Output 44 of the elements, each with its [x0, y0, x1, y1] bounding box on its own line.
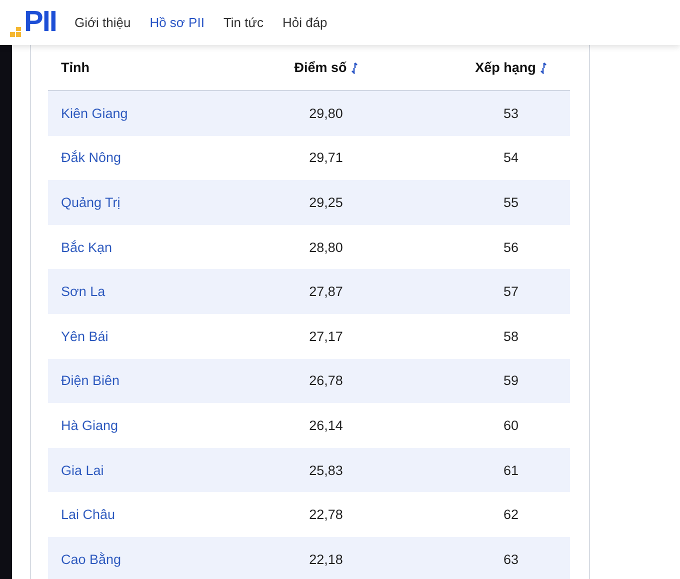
- column-header: Điểm số: [294, 60, 347, 75]
- rank-cell: 56: [503, 240, 519, 255]
- province-link[interactable]: Quảng Trị: [48, 194, 200, 210]
- logo[interactable]: PII: [24, 8, 56, 37]
- rank-cell: 57: [503, 284, 519, 300]
- rank-cell: 60: [503, 418, 519, 433]
- score-cell: 28,80: [309, 240, 343, 255]
- rank-cell: 54: [503, 150, 519, 166]
- sort-icon[interactable]: [540, 62, 547, 74]
- score-cell: 25,83: [309, 462, 343, 478]
- province-link[interactable]: Đắk Nông: [48, 150, 200, 166]
- rank-cell: 62: [503, 507, 519, 522]
- rank-cell: 55: [503, 194, 519, 210]
- nav-link[interactable]: Giới thiệu: [74, 15, 131, 30]
- province-link[interactable]: Điện Biên: [48, 373, 200, 388]
- sort-icon[interactable]: [350, 62, 358, 74]
- score-cell: 29,25: [309, 194, 343, 210]
- score-cell: 29,80: [309, 106, 343, 121]
- column-header: Tỉnh: [61, 60, 90, 75]
- nav-link[interactable]: Tin tức: [223, 15, 264, 30]
- province-link[interactable]: Hà Giang: [48, 418, 200, 433]
- score-cell: 29,71: [309, 150, 343, 166]
- rank-cell: 53: [503, 106, 519, 121]
- province-link[interactable]: Cao Bằng: [48, 552, 200, 567]
- score-cell: 26,14: [309, 418, 343, 433]
- score-cell: 27,17: [309, 328, 343, 344]
- score-cell: 26,78: [309, 373, 343, 388]
- logo-dots-icon: [10, 27, 22, 37]
- province-link[interactable]: Lai Châu: [48, 507, 200, 522]
- province-link[interactable]: Bắc Kạn: [48, 240, 200, 255]
- province-link[interactable]: Yên Bái: [48, 328, 200, 344]
- score-cell: 22,18: [309, 552, 343, 567]
- province-link[interactable]: Kiên Giang: [48, 106, 200, 121]
- province-link[interactable]: Gia Lai: [48, 462, 200, 478]
- nav-link[interactable]: Hỏi đáp: [282, 15, 328, 30]
- rank-cell: 59: [503, 373, 519, 388]
- rank-cell: 61: [503, 462, 519, 478]
- column-header: Xếp hạng: [475, 60, 536, 75]
- province-link[interactable]: Sơn La: [48, 284, 200, 300]
- score-cell: 22,78: [309, 507, 343, 522]
- rank-cell: 63: [503, 552, 519, 567]
- score-cell: 27,87: [309, 284, 343, 300]
- rank-cell: 58: [503, 328, 519, 344]
- nav-link[interactable]: Hồ sơ PII: [150, 15, 204, 30]
